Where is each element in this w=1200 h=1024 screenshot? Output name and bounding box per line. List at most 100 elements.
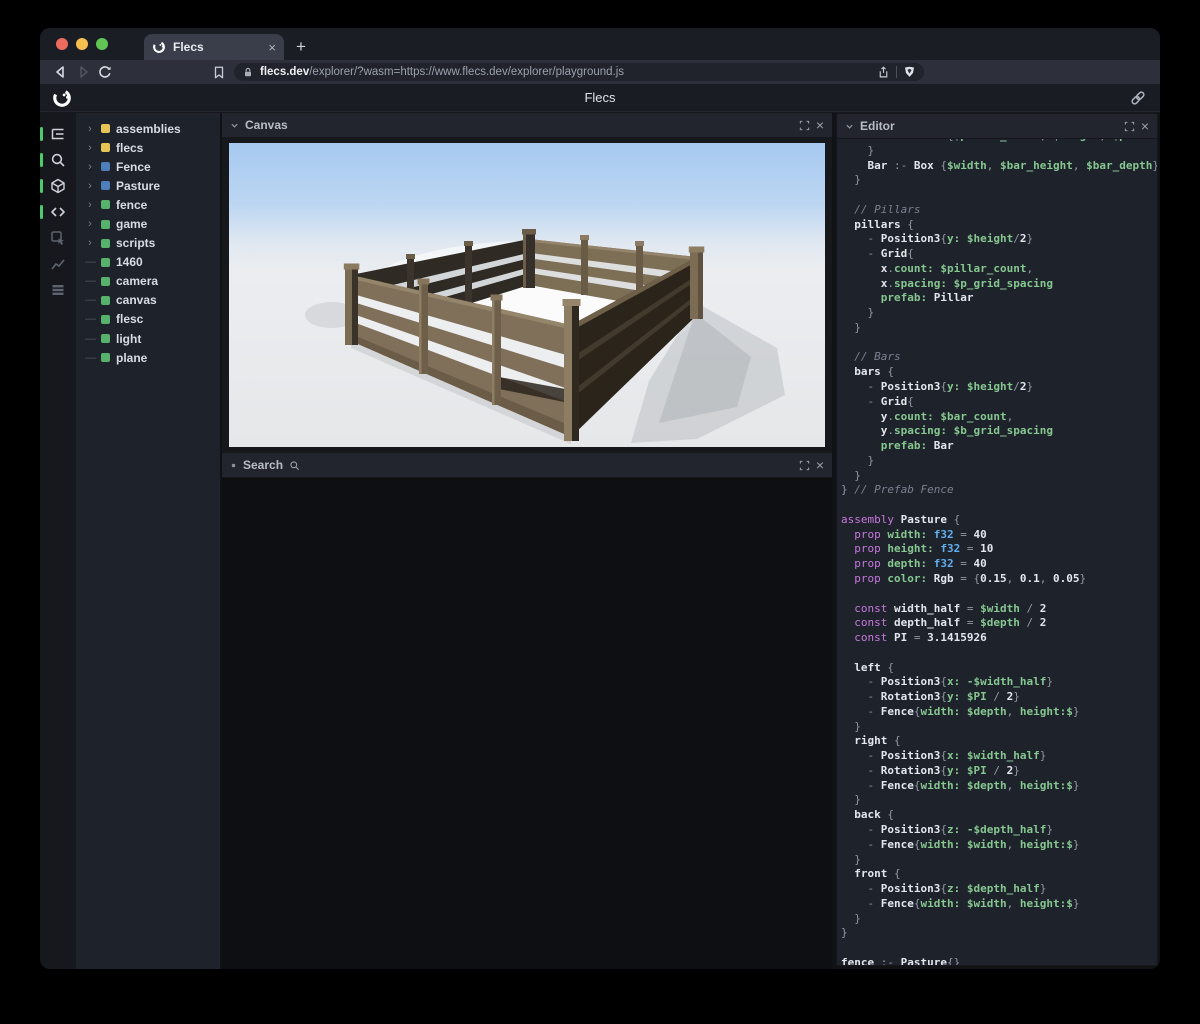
browser-window: Flecs × + flecs.dev/explorer/?wasm=https… — [40, 28, 1160, 969]
close-icon[interactable]: × — [816, 458, 824, 472]
active-indicator — [40, 127, 43, 141]
code-line: - Rotation3{y: $PI / 2} — [841, 763, 1020, 777]
leaf-dash-icon: — — [85, 351, 96, 364]
tree-item-canvas[interactable]: — canvas — [76, 291, 220, 310]
chevron-down-icon[interactable] — [845, 122, 854, 131]
sidebar-item-rows-icon[interactable] — [40, 277, 76, 303]
3d-viewport-fence-scene[interactable] — [228, 143, 826, 447]
url-text: flecs.dev/explorer/?wasm=https://www.fle… — [260, 66, 625, 78]
tree-item-plane[interactable]: — plane — [76, 348, 220, 367]
share-icon[interactable] — [877, 65, 890, 79]
code-line: } — [841, 926, 848, 940]
inspect-icon — [51, 231, 64, 245]
tree-item-label: flesc — [116, 312, 144, 327]
tree-item-fence[interactable]: › fence — [76, 195, 220, 214]
browser-tab-flecs[interactable]: Flecs × — [144, 34, 284, 60]
tree-item-scripts[interactable]: › scripts — [76, 234, 220, 253]
tree-item-label: flecs — [116, 140, 144, 155]
divider — [896, 66, 897, 78]
tree-item-light[interactable]: — light — [76, 329, 220, 348]
expand-chevron-icon[interactable]: › — [85, 123, 95, 135]
code-line: prop color: Rgb = {0.15, 0.1, 0.05} — [854, 571, 1087, 585]
entity-color-square — [101, 181, 110, 191]
forward-icon[interactable] — [72, 64, 94, 80]
back-icon[interactable] — [50, 64, 72, 80]
expand-chevron-icon[interactable]: › — [85, 218, 95, 230]
tree-item-label: assemblies — [116, 121, 181, 136]
expand-chevron-icon[interactable]: › — [85, 180, 95, 192]
code-line: - Grid{ — [841, 394, 914, 408]
sidebar-item-chart-icon[interactable] — [40, 251, 76, 277]
editor-body[interactable]: Pillar :- Box {$pillar_width, $height, $… — [837, 139, 1157, 965]
code-line: } — [841, 852, 861, 866]
expand-chevron-icon[interactable]: › — [85, 161, 95, 173]
close-window-button[interactable] — [56, 38, 68, 50]
reload-icon[interactable] — [94, 64, 116, 80]
tree-item-camera[interactable]: — camera — [76, 272, 220, 291]
code-line: x.spacing: $p_grid_spacing — [880, 276, 1053, 290]
sidebar-item-tree-view-icon[interactable] — [40, 121, 76, 147]
close-icon[interactable]: × — [816, 118, 824, 132]
minimize-window-button[interactable] — [76, 38, 88, 50]
canvas-panel-body — [222, 138, 832, 453]
tree-item-label: scripts — [116, 236, 156, 251]
tree-item-label: 1460 — [116, 255, 143, 270]
search-panel-title: Search — [243, 458, 284, 472]
entity-color-square — [101, 314, 110, 324]
sidebar-item-code-icon[interactable] — [40, 199, 76, 225]
new-tab-button[interactable]: + — [296, 34, 306, 60]
code-line: prefab: Pillar — [880, 291, 974, 305]
search-panel-header: Search × — [222, 453, 832, 478]
tree-item-label: canvas — [116, 293, 157, 308]
entity-color-square — [101, 334, 110, 344]
zoom-window-button[interactable] — [96, 38, 108, 50]
code-line: fence :- Pasture{} — [841, 955, 961, 965]
search-magnifier-icon[interactable] — [289, 460, 300, 471]
fullscreen-icon[interactable] — [799, 120, 810, 131]
expand-chevron-icon[interactable]: › — [85, 142, 95, 154]
code-line: } — [841, 793, 861, 807]
code-line: prefab: Bar — [880, 439, 954, 453]
share-link-icon[interactable] — [1130, 90, 1146, 106]
collapse-dot-icon[interactable] — [230, 462, 237, 469]
tree-item-assemblies[interactable]: › assemblies — [76, 119, 220, 138]
close-icon[interactable]: × — [1141, 119, 1149, 133]
tab-close-icon[interactable]: × — [268, 40, 276, 55]
sidebar-item-inspect-icon[interactable] — [40, 225, 76, 251]
tree-item-Pasture[interactable]: › Pasture — [76, 176, 220, 195]
fullscreen-icon[interactable] — [1124, 121, 1135, 132]
entity-color-square — [101, 353, 110, 363]
code-line: - Grid{ — [841, 247, 914, 261]
fullscreen-icon[interactable] — [799, 460, 810, 471]
code-line: - Fence{width: $depth, height:$} — [841, 704, 1080, 718]
tree-item-game[interactable]: › game — [76, 214, 220, 233]
sidebar-item-cube-icon[interactable] — [40, 173, 76, 199]
sidebar-item-search-icon[interactable] — [40, 147, 76, 173]
entity-color-square — [101, 200, 110, 210]
lock-icon — [242, 66, 254, 79]
bookmark-icon[interactable] — [212, 65, 226, 80]
code-line: - Rotation3{y: $PI / 2} — [841, 690, 1020, 704]
chevron-down-icon[interactable] — [230, 121, 239, 130]
cube-icon — [51, 178, 65, 194]
tree-item-Fence[interactable]: › Fence — [76, 157, 220, 176]
code-editor-content[interactable]: Pillar :- Box {$pillar_width, $height, $… — [837, 139, 1157, 965]
tree-item-label: Fence — [116, 159, 151, 174]
code-line: } // Prefab Fence — [841, 483, 954, 497]
code-line: - Position3{z: -$depth_half} — [841, 822, 1053, 836]
tree-view-icon — [51, 128, 64, 140]
leaf-dash-icon: — — [85, 275, 96, 288]
tree-item-1460[interactable]: — 1460 — [76, 253, 220, 272]
expand-chevron-icon[interactable]: › — [85, 199, 95, 211]
code-line: - Position3{x: -$width_half} — [841, 675, 1053, 689]
code-line: bars { — [854, 365, 894, 379]
tree-item-flesc[interactable]: — flesc — [76, 310, 220, 329]
expand-chevron-icon[interactable]: › — [85, 237, 95, 249]
tree-item-label: fence — [116, 197, 148, 212]
url-bar[interactable]: flecs.dev/explorer/?wasm=https://www.fle… — [234, 63, 924, 81]
brave-shield-icon[interactable] — [903, 65, 916, 79]
tree-item-flecs[interactable]: › flecs — [76, 138, 220, 157]
tree-item-label: Pasture — [116, 178, 161, 193]
